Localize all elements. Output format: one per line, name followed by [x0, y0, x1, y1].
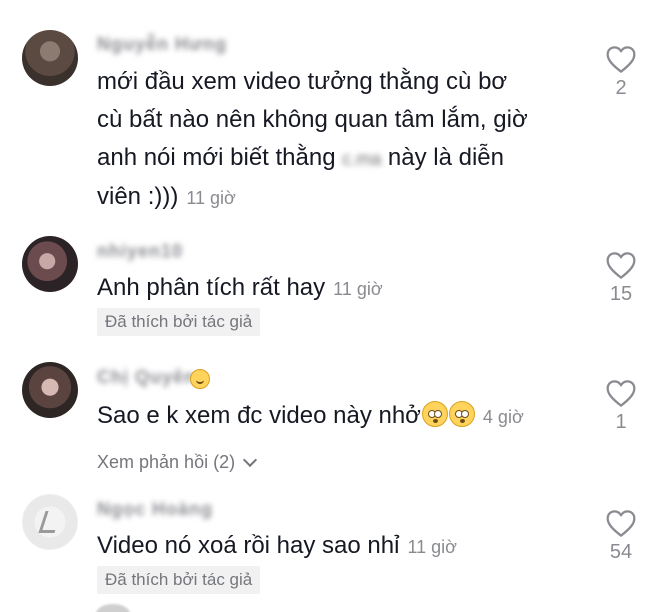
- avatar[interactable]: [22, 362, 78, 418]
- heart-icon[interactable]: [605, 44, 637, 74]
- heart-icon[interactable]: [605, 508, 637, 538]
- comment-text: Sao e k xem đc video này nhở 4 giờ: [97, 397, 524, 436]
- like-count: 54: [609, 541, 633, 563]
- comment-username[interactable]: Chị Quyên: [97, 367, 196, 387]
- avatar[interactable]: [22, 236, 78, 292]
- comment-text-segment: này là diễn: [381, 144, 505, 171]
- like-button[interactable]: 1: [603, 378, 639, 434]
- view-replies-button[interactable]: Xem phản hồi (2): [97, 452, 258, 473]
- comment-text: Video nó xoá rồi hay sao nhỉ 11 giờ: [97, 527, 457, 566]
- comment-text-segment: Sao e k xem đc video này nhở: [97, 402, 421, 429]
- heart-icon[interactable]: [605, 378, 637, 408]
- comment-text-segment: anh nói mới biết thằng: [97, 144, 343, 171]
- comment-text-line: viên :))) 11 giờ: [97, 178, 528, 217]
- like-button[interactable]: 2: [603, 44, 639, 100]
- comment-username[interactable]: nhiyen10: [97, 241, 183, 261]
- comment-text: Anh phân tích rất hay 11 giờ: [97, 269, 383, 308]
- avatar[interactable]: [22, 494, 78, 550]
- flushed-emoji-icon: [448, 401, 475, 427]
- like-count: 1: [615, 411, 627, 433]
- liked-by-author-badge: Đã thích bởi tác giả: [97, 566, 261, 594]
- avatar[interactable]: [96, 604, 130, 612]
- comment-time: 11 giờ: [407, 537, 457, 557]
- heart-icon[interactable]: [605, 250, 637, 280]
- like-button[interactable]: 54: [603, 508, 639, 564]
- chevron-down-icon: [243, 452, 258, 467]
- comment-text: mới đầu xem video tưởng thằng cù bơ cù b…: [97, 63, 528, 217]
- liked-by-author-badge: Đã thích bởi tác giả: [97, 308, 261, 336]
- flushed-emoji-icon: [421, 401, 448, 427]
- redacted-word: c.ma: [342, 149, 382, 169]
- comment-username-text: Chị Quyên: [97, 367, 197, 387]
- like-button[interactable]: 15: [603, 250, 639, 306]
- comment-time: 11 giờ: [333, 279, 383, 299]
- comment-username[interactable]: Nguyễn Hưng: [97, 34, 227, 54]
- avatar[interactable]: [22, 30, 78, 86]
- like-count: 15: [609, 283, 633, 305]
- comment-text-segment: Anh phân tích rất hay: [97, 274, 326, 301]
- comment-time: 4 giờ: [482, 407, 524, 427]
- comment-username[interactable]: Ngọc Hoàng: [97, 499, 213, 519]
- smile-emoji-icon: [190, 369, 210, 389]
- like-count: 2: [615, 77, 627, 99]
- comment-time: 11 giờ: [186, 188, 236, 208]
- comment-text-segment: viên :))): [97, 183, 179, 210]
- comment-text-line: anh nói mới biết thằng c.ma này là diễn: [97, 139, 528, 178]
- comment-text-line: cù bất nào nên không quan tâm lắm, giờ: [97, 106, 528, 133]
- comment-text-segment: Video nó xoá rồi hay sao nhỉ: [97, 532, 400, 559]
- comment-text-line: mới đầu xem video tưởng thằng cù bơ: [97, 68, 508, 95]
- view-replies-label: Xem phản hồi (2): [97, 452, 236, 472]
